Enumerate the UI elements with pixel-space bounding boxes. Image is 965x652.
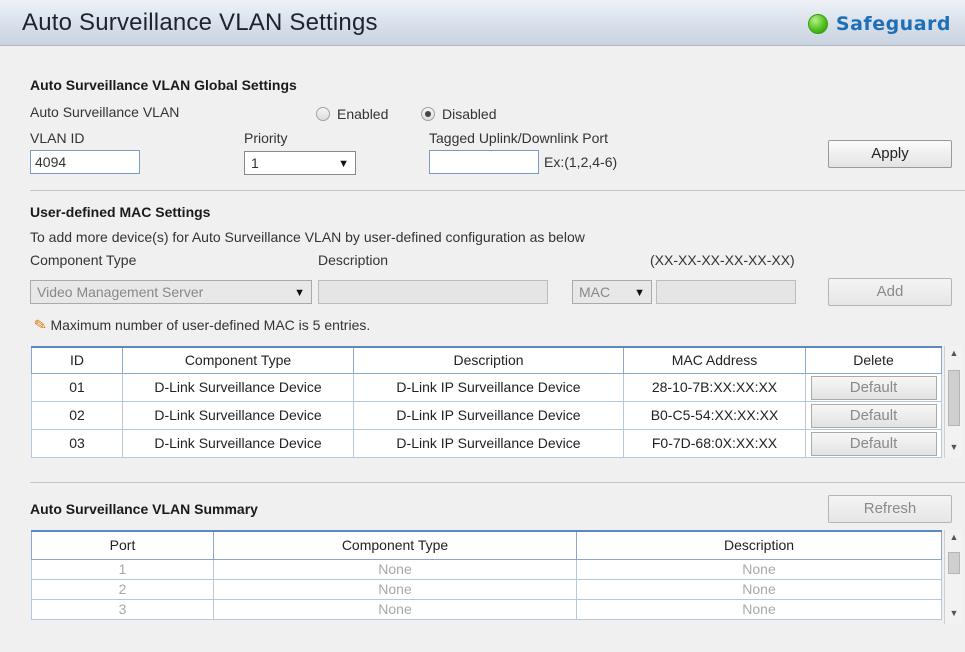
mac-limit-note: ✎ Maximum number of user-defined MAC is … [32, 316, 371, 335]
row-mac: F0-7D-68:0X:XX:XX [623, 428, 806, 458]
mac-type-select[interactable]: MAC ▼ [572, 280, 652, 304]
global-settings-title: Auto Surveillance VLAN Global Settings [30, 77, 297, 93]
row-mac: B0-C5-54:XX:XX:XX [623, 400, 806, 430]
priority-select[interactable]: 1 ▼ [244, 151, 356, 175]
component-type-select[interactable]: Video Management Server ▼ [30, 280, 312, 304]
enabled-radio[interactable] [316, 107, 330, 121]
disabled-radio[interactable] [421, 107, 435, 121]
tagged-port-hint: Ex:(1,2,4-6) [544, 154, 618, 170]
col-component-type: Component Type [213, 530, 577, 560]
mac-table: ID Component Type Description MAC Addres… [31, 346, 942, 458]
row-delete-cell: Default [805, 372, 942, 402]
default-button[interactable]: Default [810, 376, 937, 400]
col-port: Port [31, 530, 214, 560]
scroll-thumb[interactable] [948, 552, 960, 574]
mac-settings-title: User-defined MAC Settings [30, 204, 211, 220]
summary-title: Auto Surveillance VLAN Summary [30, 501, 258, 517]
col-component-type: Component Type [122, 346, 354, 374]
scroll-up-icon[interactable]: ▲ [945, 532, 963, 542]
row-component: None [213, 578, 577, 600]
summary-table-header: Port Component Type Description [31, 530, 942, 560]
row-description: None [576, 558, 942, 580]
table-row: 3 None None [31, 598, 942, 620]
table-row: 03 D-Link Surveillance Device D-Link IP … [31, 428, 942, 458]
table-row: 01 D-Link Surveillance Device D-Link IP … [31, 372, 942, 402]
add-button[interactable]: Add [828, 278, 952, 306]
table-row: 02 D-Link Surveillance Device D-Link IP … [31, 400, 942, 430]
divider [30, 190, 965, 191]
chevron-down-icon: ▼ [294, 287, 305, 299]
chevron-down-icon: ▼ [634, 287, 645, 299]
divider [30, 482, 965, 483]
row-component: D-Link Surveillance Device [122, 372, 354, 402]
row-delete-cell: Default [805, 400, 942, 430]
component-type-label: Component Type [30, 252, 137, 268]
col-delete: Delete [805, 346, 942, 374]
default-button[interactable]: Default [810, 404, 937, 428]
row-id: 01 [31, 372, 123, 402]
scroll-down-icon[interactable]: ▼ [945, 442, 963, 452]
summary-table: Port Component Type Description 1 None N… [31, 530, 942, 620]
page-title: Auto Surveillance VLAN Settings [22, 9, 378, 36]
row-description: None [576, 598, 942, 620]
mac-table-scrollbar[interactable]: ▲ ▼ [944, 346, 962, 458]
row-description: None [576, 578, 942, 600]
table-row: 2 None None [31, 578, 942, 600]
row-id: 03 [31, 428, 123, 458]
apply-button[interactable]: Apply [828, 140, 952, 168]
row-port: 1 [31, 558, 214, 580]
row-description: D-Link IP Surveillance Device [353, 428, 624, 458]
tagged-port-label: Tagged Uplink/Downlink Port [429, 130, 608, 146]
chevron-down-icon: ▼ [338, 158, 349, 170]
pencil-icon: ✎ [32, 316, 49, 335]
row-component: D-Link Surveillance Device [122, 400, 354, 430]
mac-limit-note-text: Maximum number of user-defined MAC is 5 … [50, 317, 371, 333]
row-id: 02 [31, 400, 123, 430]
description-label: Description [318, 252, 389, 268]
row-port: 3 [31, 598, 214, 620]
row-delete-cell: Default [805, 428, 942, 458]
safeguard-label: Safeguard [835, 13, 951, 35]
col-description: Description [353, 346, 624, 374]
scroll-up-icon[interactable]: ▲ [945, 348, 963, 358]
mac-address-input[interactable] [656, 280, 796, 304]
mac-format-label: (XX-XX-XX-XX-XX-XX) [650, 252, 795, 268]
col-id: ID [31, 346, 123, 374]
row-description: D-Link IP Surveillance Device [353, 400, 624, 430]
component-type-value: Video Management Server [37, 284, 204, 300]
refresh-button[interactable]: Refresh [828, 495, 952, 523]
description-input[interactable] [318, 280, 548, 304]
status-dot-icon [807, 14, 828, 34]
priority-label: Priority [244, 130, 288, 146]
auto-surveillance-vlan-label: Auto Surveillance VLAN [30, 104, 180, 120]
col-mac-address: MAC Address [623, 346, 806, 374]
vlan-id-input[interactable]: 4094 [30, 150, 140, 174]
mac-table-header: ID Component Type Description MAC Addres… [31, 346, 942, 374]
mac-type-value: MAC [579, 284, 611, 300]
col-description: Description [576, 530, 942, 560]
mac-settings-instruction: To add more device(s) for Auto Surveilla… [30, 229, 585, 245]
row-mac: 28-10-7B:XX:XX:XX [623, 372, 806, 402]
default-button[interactable]: Default [810, 432, 937, 456]
tagged-port-input[interactable] [429, 150, 539, 174]
enabled-label: Enabled [337, 106, 389, 122]
summary-table-scrollbar[interactable]: ▲ ▼ [944, 530, 962, 624]
vlan-id-label: VLAN ID [30, 130, 85, 146]
scroll-thumb[interactable] [948, 370, 960, 426]
safeguard-indicator: Safeguard [807, 12, 951, 36]
title-bar: Auto Surveillance VLAN Settings Safeguar… [0, 0, 965, 46]
row-port: 2 [31, 578, 214, 600]
row-component: None [213, 598, 577, 620]
row-component: D-Link Surveillance Device [122, 428, 354, 458]
scroll-down-icon[interactable]: ▼ [945, 608, 963, 618]
row-description: D-Link IP Surveillance Device [353, 372, 624, 402]
disabled-label: Disabled [442, 106, 497, 122]
priority-value: 1 [251, 155, 259, 171]
table-row: 1 None None [31, 558, 942, 580]
row-component: None [213, 558, 577, 580]
